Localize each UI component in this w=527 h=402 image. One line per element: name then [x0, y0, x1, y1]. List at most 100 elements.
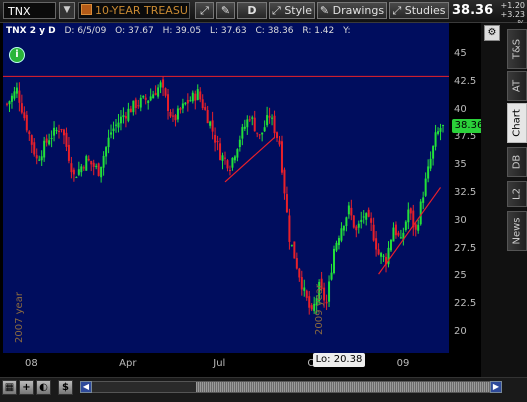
candle-body: [298, 268, 301, 278]
grid-icon[interactable]: ▦: [2, 380, 17, 395]
y-tick-label: 25: [454, 270, 467, 282]
candle-body: [310, 305, 313, 310]
tab-level2[interactable]: L2: [507, 181, 527, 207]
candle-body: [372, 224, 375, 241]
plot-area[interactable]: TNX 2 y D D: 6/5/09 O: 37.67 H: 39.05 L:…: [3, 23, 449, 353]
y-tick-label: 42.5: [454, 75, 477, 87]
candle-body: [53, 127, 56, 136]
candle-body: [139, 97, 142, 108]
candle-body: [157, 87, 160, 97]
candle-body: [132, 100, 135, 113]
candle-body: [370, 218, 373, 223]
y-tick-label: 30: [454, 214, 467, 226]
chart-area[interactable]: TNX 2 y D D: 6/5/09 O: 37.67 H: 39.05 L:…: [0, 23, 508, 377]
candle-body: [293, 241, 296, 259]
candle-body: [13, 91, 16, 99]
candle-body: [10, 95, 13, 102]
candle-body: [256, 132, 259, 134]
x-tick-label: 09: [396, 358, 410, 369]
candle-body: [273, 115, 276, 134]
tab-news[interactable]: News: [507, 211, 527, 251]
x-axis[interactable]: 08AprJulOct09Apr: [3, 353, 508, 375]
scroll-thumb[interactable]: [196, 382, 491, 392]
scroll-right-icon[interactable]: ▶: [490, 381, 502, 393]
candle-body: [77, 169, 80, 175]
candle-body: [377, 249, 380, 255]
candle-body: [95, 165, 98, 167]
candle-body: [407, 209, 410, 223]
symbol-dropdown-icon[interactable]: ▼: [59, 2, 75, 19]
candle-body: [342, 226, 345, 231]
candle-body: [300, 277, 303, 290]
candle-body: [429, 158, 432, 169]
candle-body: [191, 92, 194, 102]
candle-body: [246, 119, 249, 128]
scroll-left-icon[interactable]: ◀: [80, 381, 92, 393]
drawings-button[interactable]: ✎ Drawings: [317, 2, 387, 19]
tab-dynamic-book[interactable]: DB: [507, 147, 527, 177]
settings-tool-button[interactable]: ✎: [216, 2, 235, 19]
style-icon: ⤢: [272, 4, 285, 17]
zoom-in-icon[interactable]: +: [19, 380, 34, 395]
info-y: Y:: [343, 26, 351, 36]
candle-body: [271, 117, 274, 119]
dollar-icon[interactable]: $: [58, 380, 73, 395]
style-button[interactable]: ⤢ Style: [269, 2, 315, 19]
price-chart[interactable]: [3, 23, 449, 353]
info-close: C: 38.36: [255, 26, 294, 36]
info-date: D: 6/5/09: [64, 26, 107, 36]
candle-body: [295, 258, 298, 269]
candle-body: [167, 94, 170, 112]
candle-body: [58, 130, 61, 133]
candle-body: [280, 141, 283, 173]
candle-body: [251, 117, 254, 119]
candle-body: [347, 205, 350, 215]
candle-body: [62, 129, 65, 136]
candle-body: [179, 108, 182, 111]
candle-body: [290, 244, 293, 246]
candle-body: [355, 226, 358, 231]
candle-body: [276, 132, 279, 138]
crosshair-tool-button[interactable]: ⤢: [195, 2, 214, 19]
candle-body: [206, 110, 209, 124]
candle-body: [72, 169, 75, 175]
candle-body: [35, 155, 38, 159]
y-axis[interactable]: 45 42.5 40 37.5 35 32.5 30 27.5 25 22.5 20: [449, 23, 481, 353]
candle-body: [263, 127, 266, 132]
tab-active-trader[interactable]: AT: [507, 71, 527, 101]
candle-body: [434, 132, 437, 147]
candle-body: [149, 96, 152, 101]
candle-body: [174, 115, 177, 121]
candle-body: [392, 227, 395, 242]
studies-button[interactable]: ⤢ Studies: [389, 2, 449, 19]
candle-body: [397, 232, 400, 236]
candle-body: [261, 132, 264, 135]
candle-body: [266, 115, 269, 126]
info-icon[interactable]: i: [9, 47, 25, 63]
candle-body: [375, 238, 378, 250]
tab-time-and-sales[interactable]: T&S: [507, 29, 527, 69]
low-tag: Lo: 20.38: [313, 353, 365, 367]
chart-scrollbar[interactable]: [80, 381, 502, 393]
zoom-out-icon[interactable]: ◐: [36, 380, 51, 395]
y-tick-label: 20: [454, 325, 467, 337]
candle-body: [422, 197, 425, 203]
candle-body: [119, 116, 122, 124]
candle-body: [100, 166, 103, 178]
candle-body: [219, 143, 222, 160]
y-tick-label: 35: [454, 159, 467, 171]
chart-settings-icon[interactable]: ⚙: [484, 25, 500, 41]
candle-body: [6, 103, 8, 105]
period-button[interactable]: D: [237, 2, 267, 19]
candle-body: [67, 144, 70, 161]
tab-label: News: [511, 217, 523, 245]
candle-body: [20, 103, 23, 113]
candle-body: [248, 119, 251, 121]
candle-body: [201, 99, 204, 109]
candle-body: [305, 290, 308, 298]
tab-chart[interactable]: Chart: [507, 103, 527, 143]
y-tick-label: 45: [454, 48, 467, 60]
candle-body: [107, 137, 110, 148]
candle-body: [194, 93, 197, 101]
symbol-input[interactable]: TNX: [3, 2, 56, 19]
